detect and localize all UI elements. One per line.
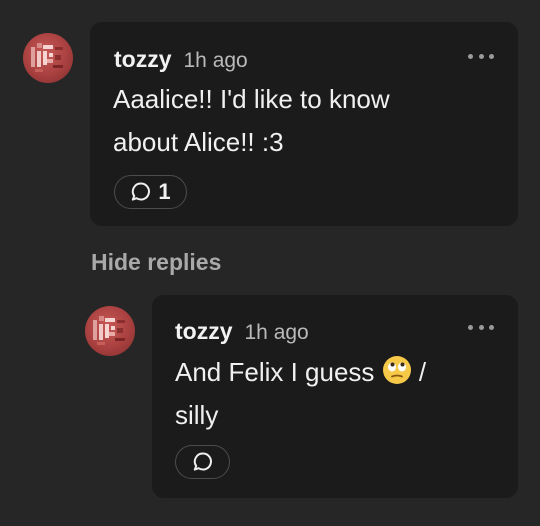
reply-button[interactable] [175, 445, 230, 479]
more-options-icon[interactable] [468, 50, 494, 62]
reply-timestamp: 1h ago [244, 321, 309, 344]
comment-body-line: Aaalice!! I'd like to know [113, 84, 390, 114]
comment-username[interactable]: tozzy [114, 46, 172, 73]
comment-meta: tozzy 1h ago [114, 46, 248, 73]
avatar[interactable] [23, 33, 73, 83]
speech-bubble-icon [193, 452, 212, 471]
comment-body-line: about Alice!! :3 [113, 127, 284, 157]
reply-count: 1 [158, 179, 171, 204]
pixel-art-avatar-icon [93, 316, 125, 345]
reply-body: And Felix I guess / silly [175, 351, 426, 437]
reply-body-line: silly [175, 400, 219, 430]
comment-body: Aaalice!! I'd like to know about Alice!!… [113, 78, 390, 164]
hide-replies-button[interactable]: Hide replies [91, 249, 221, 276]
reply-meta: tozzy 1h ago [175, 318, 309, 345]
reply-card: tozzy 1h ago And Felix I guess / silly [152, 295, 518, 498]
avatar[interactable] [85, 306, 135, 356]
face-with-rolling-eyes-icon [382, 356, 411, 384]
reply-body-suffix: / [418, 357, 427, 387]
comment-card: tozzy 1h ago Aaalice!! I'd like to know … [90, 22, 518, 226]
more-options-icon[interactable] [468, 321, 494, 333]
comment-timestamp: 1h ago [183, 49, 248, 72]
reply-body-line: And Felix I guess [175, 357, 375, 387]
reply-username[interactable]: tozzy [175, 318, 233, 345]
speech-bubble-icon [132, 182, 151, 201]
reply-button[interactable]: 1 [114, 175, 187, 209]
pixel-art-avatar-icon [31, 43, 63, 72]
